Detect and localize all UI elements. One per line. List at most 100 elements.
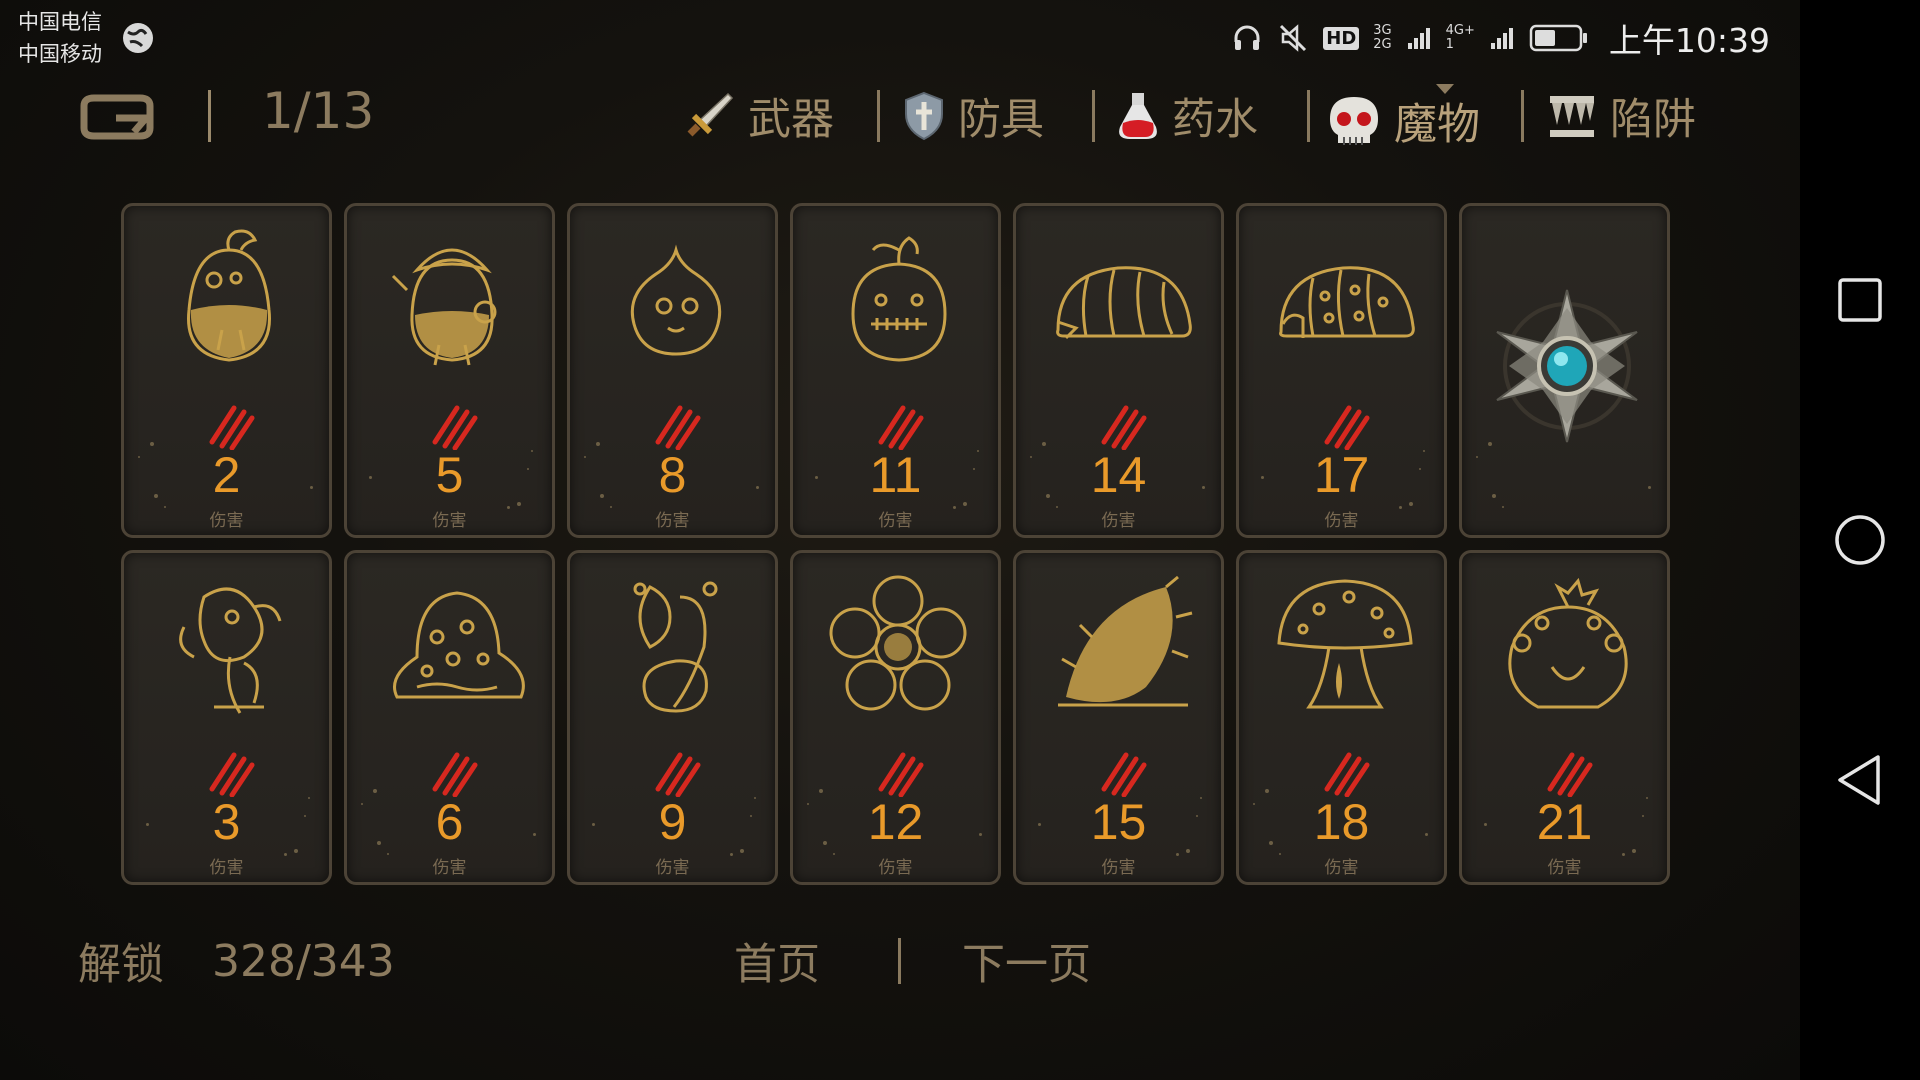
back-system-button[interactable] [1800,740,1920,820]
card-speck [369,476,372,479]
card-speck [977,450,979,452]
home-button[interactable]: 首页 [734,930,820,992]
card-speck [1423,450,1425,452]
card-speck [507,506,510,509]
claw-damage-icon [878,752,924,797]
hd-badge: HD [1323,26,1360,50]
next-page-button[interactable]: 下一页 [962,930,1091,992]
card-speck [823,841,827,845]
monster-card[interactable]: 3 伤害 [121,550,332,885]
locked-card[interactable] [1459,203,1670,538]
monster-card[interactable]: 8 伤害 [567,203,778,538]
tab-potions[interactable]: 药水 [1116,85,1258,147]
monster-card-grid: 2 伤害 5 伤害 8 伤害 11 伤害 14 伤害 17 伤害 3 伤害 6 … [121,203,1670,885]
damage-label: 伤害 [655,858,690,878]
game-screen: 中国电信 中国移动 HD 3G 2G 4G+ 1 上午10:39 1/13 武器… [0,0,1800,1080]
card-speck [1056,506,1058,508]
monster-card[interactable]: 14 伤害 [1013,203,1224,538]
tab-armor[interactable]: 防具 [902,85,1044,147]
damage-label: 伤害 [1324,858,1359,878]
card-speck [1492,494,1496,498]
card-speck [610,506,612,508]
card-speck [979,833,982,836]
carrier-1: 中国电信 [18,10,102,34]
locked-star-emblem-icon [1496,289,1638,443]
damage-value: 21 [1536,794,1593,850]
jester-plant-icon [179,587,282,714]
damage-value: 11 [869,447,922,503]
card-speck [1279,853,1281,855]
card-speck [387,853,389,855]
circle-icon [1835,515,1885,565]
triangle-back-icon [1838,755,1880,805]
card-speck [1484,823,1487,826]
battery-icon [1529,24,1587,52]
tab-label-armor: 防具 [958,95,1044,145]
card-speck [819,789,823,793]
monster-card[interactable]: 21 伤害 [1459,550,1670,885]
card-speck [1409,502,1413,506]
card-speck [294,849,298,853]
claw-damage-icon [1324,752,1370,797]
claw-damage-icon [209,752,255,797]
card-speck [592,823,595,826]
card-speck [1476,456,1478,458]
damage-label: 伤害 [209,858,244,878]
card-speck [1502,506,1504,508]
claw-damage-icon [1547,752,1593,797]
card-speck [1648,486,1651,489]
blob-monster-icon [393,591,525,699]
tab-divider [1521,90,1524,142]
potion-icon [1119,93,1157,139]
monster-card[interactable]: 17 伤害 [1236,203,1447,538]
card-speck [1042,442,1046,446]
spiked-pod-icon [1058,575,1193,707]
card-speck [1642,815,1644,817]
damage-label: 伤害 [1101,858,1136,878]
card-speck [1196,815,1198,817]
square-icon [1838,278,1882,322]
monster-card[interactable]: 9 伤害 [567,550,778,885]
damage-value: 5 [435,447,464,503]
claw-damage-icon [1324,405,1370,450]
signal-3g: 3G [1373,23,1392,38]
card-speck [833,853,835,855]
recent-apps-button[interactable] [1800,260,1920,340]
damage-value: 9 [658,794,687,850]
damage-label: 伤害 [432,511,467,531]
status-bar: 中国电信 中国移动 HD 3G 2G 4G+ 1 上午10:39 [0,0,1800,70]
home-system-button[interactable] [1800,500,1920,580]
carrier-2: 中国移动 [18,42,102,66]
claw-damage-icon [432,752,478,797]
signal-bars-icon [1407,28,1430,49]
claw-damage-icon [878,405,924,450]
monster-card[interactable]: 2 伤害 [121,203,332,538]
card-speck [138,456,140,458]
mushroom-icon [1277,579,1413,709]
sword-icon [687,92,734,137]
monster-card[interactable]: 15 伤害 [1013,550,1224,885]
armored-pear-monster-icon [391,248,497,366]
monster-card[interactable]: 5 伤害 [344,203,555,538]
back-button[interactable] [76,92,156,142]
card-speck [527,468,529,470]
monster-card[interactable]: 6 伤害 [344,550,555,885]
monster-card[interactable]: 11 伤害 [790,203,1001,538]
card-speck [1622,853,1625,856]
header-divider [208,90,211,142]
tab-monsters[interactable]: 魔物 [1326,90,1480,152]
tab-weapons[interactable]: 武器 [684,85,834,147]
spotted-larva-icon [1279,266,1415,338]
tab-divider [1307,90,1310,142]
claw-damage-icon [432,405,478,450]
card-speck [533,833,536,836]
monster-card[interactable]: 12 伤害 [790,550,1001,885]
globe-icon [123,23,153,53]
unlock-label: 解锁 [78,940,164,990]
tab-label-potions: 药水 [1172,95,1258,145]
card-speck [531,450,533,452]
monster-card[interactable]: 18 伤害 [1236,550,1447,885]
header-bar: 1/13 武器 防具 药水 魔物 陷阱 [0,70,1800,165]
damage-label: 伤害 [655,511,690,531]
tab-traps[interactable]: 陷阱 [1546,85,1696,147]
